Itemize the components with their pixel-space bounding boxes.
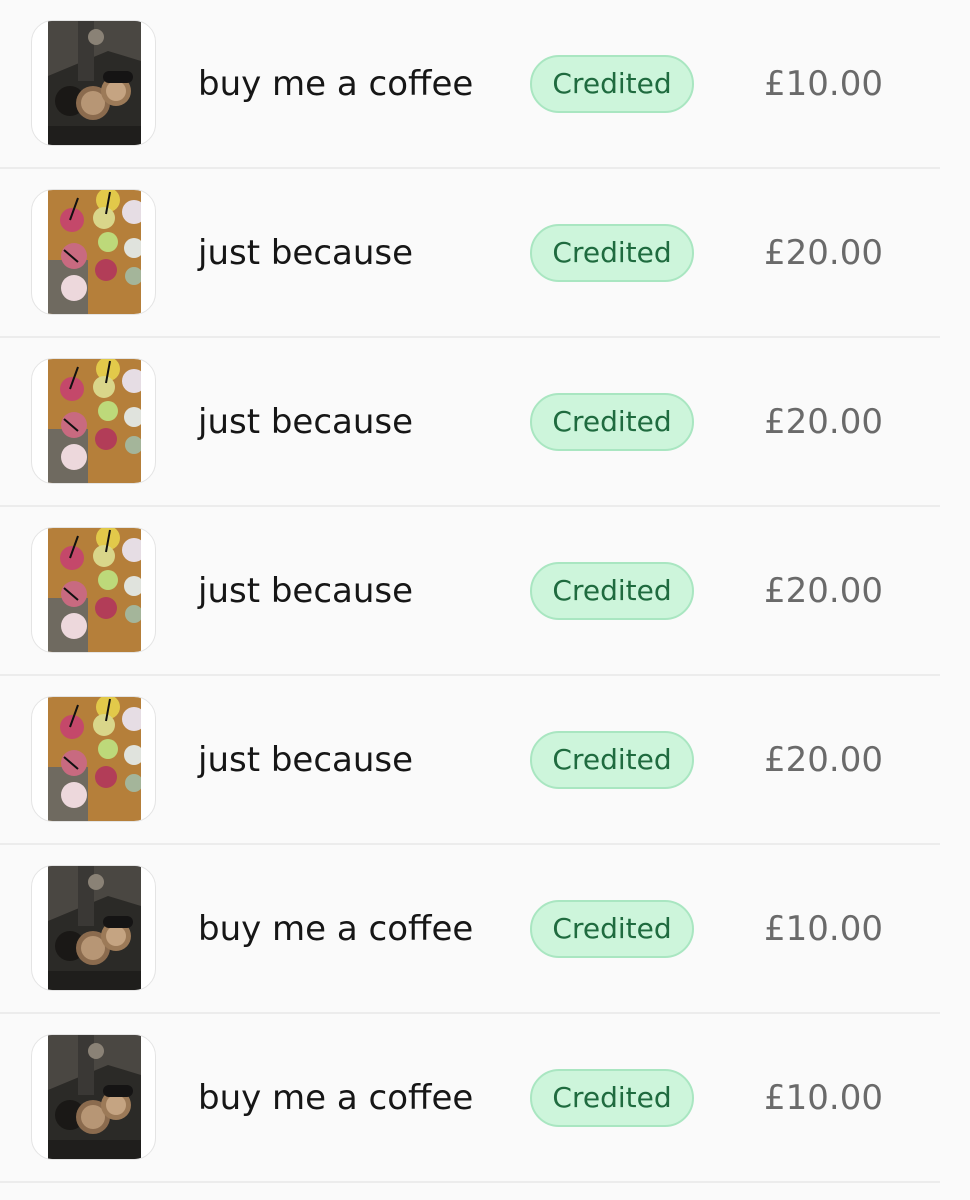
transaction-list: buy me a coffee Credited £10.00 just bec… (0, 0, 970, 1200)
drinks-photo (48, 190, 141, 314)
transaction-amount: £10.00 (764, 909, 883, 949)
transaction-amount: £20.00 (764, 402, 883, 442)
transaction-title: just because (198, 402, 414, 442)
transaction-title: just because (198, 740, 414, 780)
thumbnail (31, 527, 156, 653)
transaction-amount: £20.00 (764, 233, 883, 273)
drinks-photo (48, 359, 141, 483)
thumbnail (31, 189, 156, 315)
status-badge: Credited (530, 731, 694, 789)
transaction-title: buy me a coffee (198, 1078, 474, 1118)
coffee-photo (48, 1035, 141, 1159)
transaction-amount: £20.00 (764, 571, 883, 611)
transaction-amount: £10.00 (764, 1078, 883, 1118)
transaction-row[interactable]: just because Credited £20.00 (0, 676, 940, 845)
status-badge: Credited (530, 900, 694, 958)
coffee-photo (48, 21, 141, 145)
drinks-photo (48, 528, 141, 652)
transaction-row[interactable]: just because Credited £20.00 (0, 169, 940, 338)
transaction-title: buy me a coffee (198, 909, 474, 949)
transaction-title: just because (198, 233, 414, 273)
transaction-amount: £10.00 (764, 64, 883, 104)
thumbnail (31, 1034, 156, 1160)
transaction-row[interactable]: buy me a coffee Credited £10.00 (0, 0, 940, 169)
transaction-row[interactable]: just because Credited £20.00 (0, 507, 940, 676)
status-badge: Credited (530, 562, 694, 620)
status-badge: Credited (530, 1069, 694, 1127)
transaction-row[interactable]: buy me a coffee Credited £10.00 (0, 845, 940, 1014)
thumbnail (31, 865, 156, 991)
status-badge: Credited (530, 393, 694, 451)
transaction-row[interactable]: buy me a coffee Credited £10.00 (0, 1014, 940, 1183)
coffee-photo (48, 866, 141, 990)
transaction-title: buy me a coffee (198, 64, 474, 104)
status-badge: Credited (530, 55, 694, 113)
thumbnail (31, 20, 156, 146)
thumbnail (31, 358, 156, 484)
drinks-photo (48, 697, 141, 821)
thumbnail (31, 696, 156, 822)
status-badge: Credited (530, 224, 694, 282)
transaction-row[interactable]: just because Credited £20.00 (0, 338, 940, 507)
transaction-title: just because (198, 571, 414, 611)
transaction-amount: £20.00 (764, 740, 883, 780)
